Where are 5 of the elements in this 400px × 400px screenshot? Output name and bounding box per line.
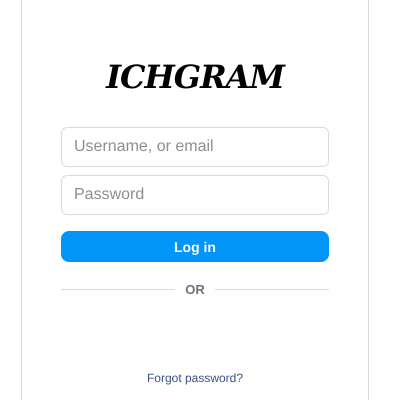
password-field[interactable]: Password bbox=[61, 175, 329, 215]
divider-label: OR bbox=[185, 282, 205, 297]
username-field[interactable]: Username, or email bbox=[61, 127, 329, 167]
logo: ICHGRAM bbox=[106, 58, 284, 96]
forgot-password-link[interactable]: Forgot password? bbox=[146, 371, 244, 385]
